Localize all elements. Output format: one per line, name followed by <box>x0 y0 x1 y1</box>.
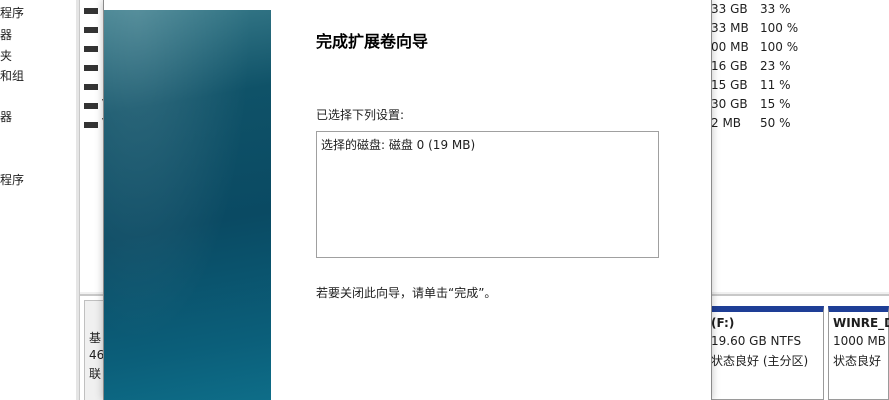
volume-free-percent: 33 % <box>760 2 791 16</box>
wizard-banner-image <box>104 10 271 400</box>
partition-name: WINRE_D <box>833 316 889 330</box>
selected-settings-textbox[interactable]: 选择的磁盘: 磁盘 0 (19 MB) <box>316 131 659 258</box>
volume-icon <box>84 8 98 14</box>
volume-free-percent: 100 % <box>760 21 799 35</box>
volume-icon <box>84 46 98 52</box>
volume-capacity: 33 MB <box>711 21 749 35</box>
volume-icon <box>84 103 98 109</box>
partition-f[interactable]: (F:) 19.60 GB NTFS 状态良好 (主分区) <box>706 306 824 400</box>
volume-free-percent: 100 % <box>760 40 799 54</box>
disk-size-label: 46 <box>89 348 105 362</box>
volume-capacity: 00 MB <box>711 40 749 54</box>
nav-item-folder[interactable]: 夹 <box>0 47 12 64</box>
volume-icon <box>84 84 98 90</box>
volume-capacity: 16 GB <box>711 59 748 73</box>
volume-icon <box>84 65 98 71</box>
volume-capacity: 2 MB <box>711 116 742 130</box>
partition-status: 状态良好 <box>833 354 882 368</box>
nav-item-programs[interactable]: 程序 <box>0 4 24 21</box>
partition-size: 1000 MB <box>833 334 886 348</box>
nav-item-manager[interactable]: 器 <box>0 108 12 125</box>
volume-capacity: 30 GB <box>711 97 748 111</box>
wizard-title: 完成扩展卷向导 <box>316 32 429 51</box>
partition-winre[interactable]: WINRE_D 1000 MB 状态良好 <box>828 306 889 400</box>
volume-icon <box>84 27 98 33</box>
partition-name: (F:) <box>711 316 735 330</box>
nav-item-device[interactable]: 器 <box>0 26 12 43</box>
finish-instruction-text: 若要关闭此向导，请单击“完成”。 <box>316 286 497 300</box>
nav-item-groups[interactable]: 和组 <box>0 67 24 84</box>
left-navigation-pane: 程序 器 夹 和组 器 程序 <box>0 0 77 400</box>
disk-type-label: 基 <box>89 331 102 345</box>
disk-management-screen: 程序 器 夹 和组 器 程序 ( ( L L V V 33 GB 33 MB 0… <box>0 0 889 400</box>
volume-icon <box>84 122 98 128</box>
volume-free-percent: 50 % <box>760 116 791 130</box>
volume-free-percent: 23 % <box>760 59 791 73</box>
volume-capacity: 33 GB <box>711 2 748 16</box>
selected-disk-line: 选择的磁盘: 磁盘 0 (19 MB) <box>321 138 476 152</box>
volume-capacity: 15 GB <box>711 78 748 92</box>
nav-item-program-2[interactable]: 程序 <box>0 171 24 188</box>
volume-free-percent: 11 % <box>760 78 791 92</box>
disk-status-label: 联 <box>89 367 102 381</box>
partition-size: 19.60 GB NTFS <box>711 334 802 348</box>
partition-status: 状态良好 (主分区) <box>711 354 809 368</box>
selected-settings-label: 已选择下列设置: <box>316 108 405 122</box>
extend-volume-wizard-dialog: 完成扩展卷向导 已选择下列设置: 选择的磁盘: 磁盘 0 (19 MB) 若要关… <box>103 0 712 400</box>
volume-free-percent: 15 % <box>760 97 791 111</box>
